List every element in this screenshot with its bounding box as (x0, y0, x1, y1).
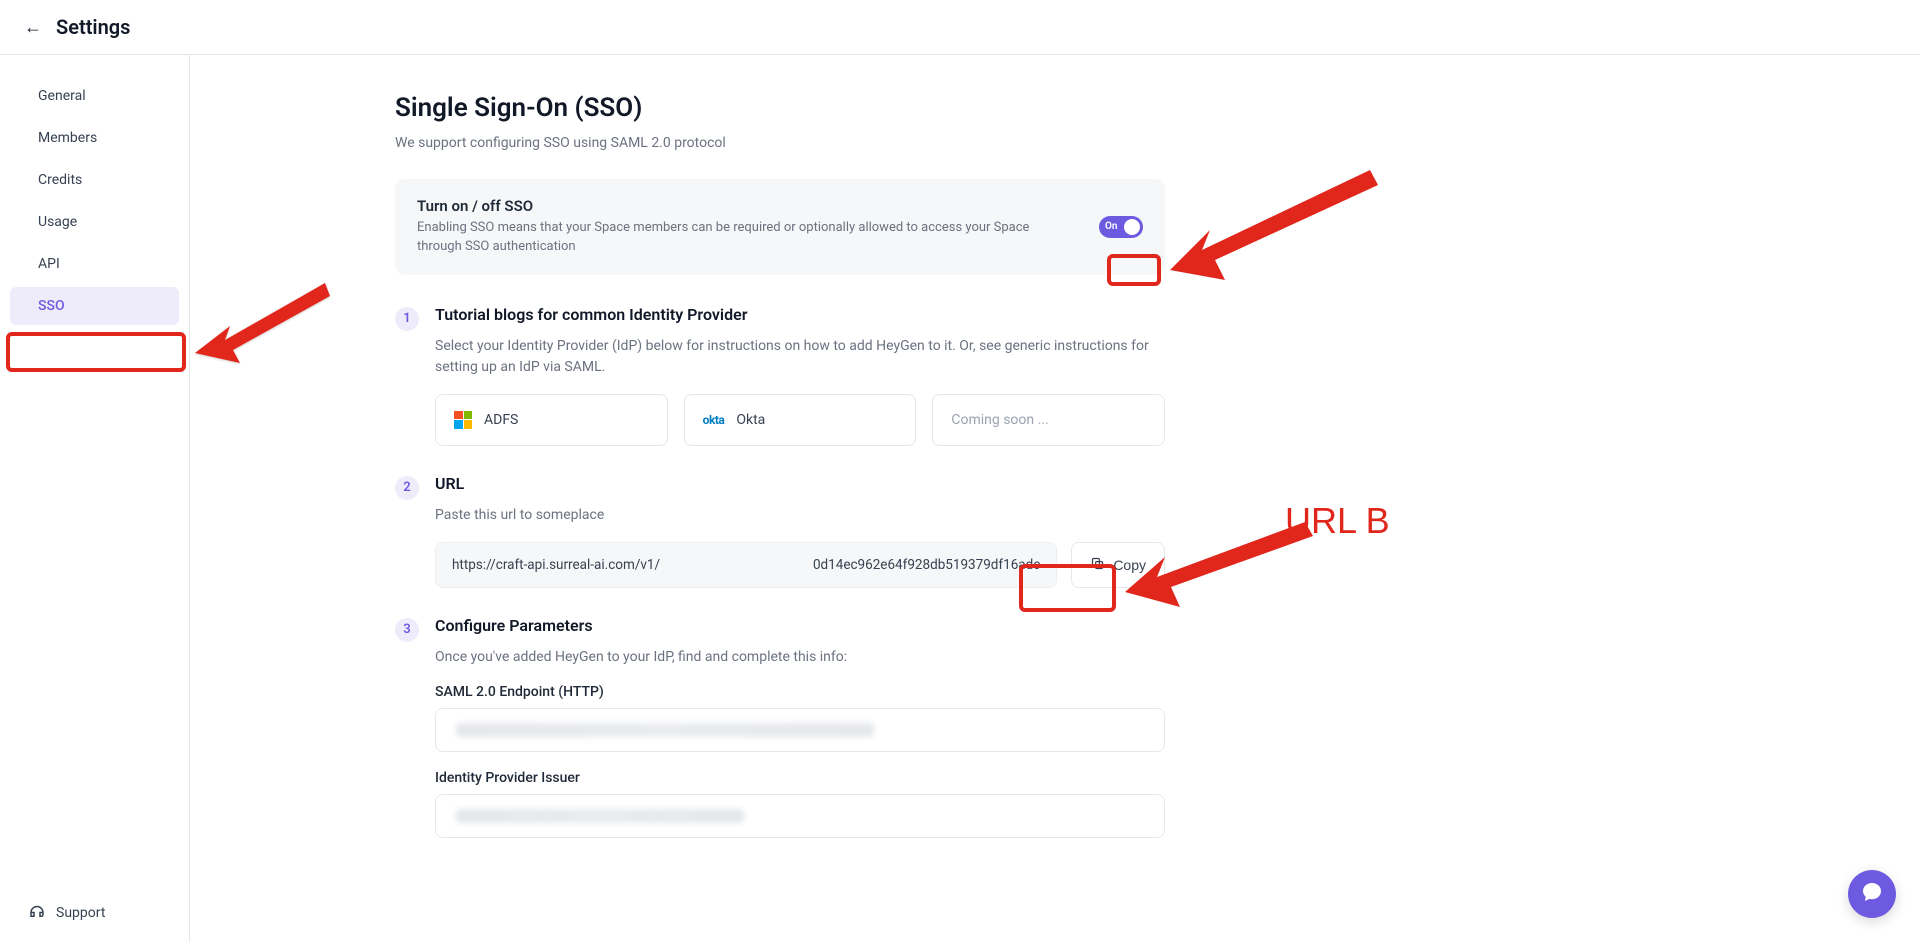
step-2-number: 2 (395, 476, 419, 500)
sidebar: General Members Credits Usage API SSO Su… (0, 55, 190, 942)
redacted-content-icon (456, 809, 744, 823)
idp-issuer-label: Identity Provider Issuer (435, 770, 1165, 786)
sidebar-item-credits[interactable]: Credits (10, 161, 179, 199)
step-2-desc: Paste this url to someplace (435, 505, 1165, 526)
toggle-knob (1124, 219, 1140, 235)
idp-soon-label: Coming soon ... (951, 412, 1048, 428)
support-label: Support (56, 905, 105, 921)
chat-widget[interactable] (1848, 870, 1896, 918)
idp-adfs[interactable]: ADFS (435, 394, 668, 446)
sso-url-field[interactable]: https://craft-api.surreal-ai.com/v1/ 0d1… (435, 542, 1057, 588)
url-redacted-icon (676, 551, 796, 579)
copy-button[interactable]: Copy (1071, 542, 1165, 588)
step-1-title: Tutorial blogs for common Identity Provi… (435, 305, 1165, 324)
okta-icon: okta (703, 413, 725, 427)
headset-icon (28, 902, 46, 924)
support-link[interactable]: Support (0, 884, 189, 942)
step-2: 2 URL Paste this url to someplace https:… (395, 474, 1165, 588)
idp-issuer-input[interactable] (435, 794, 1165, 838)
step-1-number: 1 (395, 307, 419, 331)
copy-icon (1090, 556, 1105, 574)
top-bar: ← Settings (0, 0, 1920, 55)
sso-toggle-card: Turn on / off SSO Enabling SSO means tha… (395, 179, 1165, 275)
sidebar-item-members[interactable]: Members (10, 119, 179, 157)
idp-okta[interactable]: okta Okta (684, 394, 917, 446)
redacted-content-icon (456, 723, 874, 737)
step-1-desc: Select your Identity Provider (IdP) belo… (435, 336, 1165, 378)
toggle-title: Turn on / off SSO (417, 197, 1057, 215)
main-content: Single Sign-On (SSO) We support configur… (190, 55, 1920, 942)
toggle-desc: Enabling SSO means that your Space membe… (417, 219, 1057, 257)
page-subtitle: We support configuring SSO using SAML 2.… (395, 135, 1165, 151)
sso-toggle[interactable]: On (1099, 216, 1143, 238)
url-left: https://craft-api.surreal-ai.com/v1/ (452, 557, 660, 573)
settings-title: Settings (56, 15, 130, 39)
copy-label: Copy (1113, 557, 1146, 573)
url-right: 0d14ec962e64f928db519379df16adc (813, 557, 1040, 573)
step-1: 1 Tutorial blogs for common Identity Pro… (395, 305, 1165, 446)
saml-endpoint-input[interactable] (435, 708, 1165, 752)
step-3-title: Configure Parameters (435, 616, 1165, 635)
microsoft-icon (454, 411, 472, 429)
step-3-number: 3 (395, 618, 419, 642)
sidebar-item-general[interactable]: General (10, 77, 179, 115)
back-arrow-icon[interactable]: ← (24, 17, 42, 38)
sidebar-item-usage[interactable]: Usage (10, 203, 179, 241)
step-3: 3 Configure Parameters Once you've added… (395, 616, 1165, 856)
saml-endpoint-label: SAML 2.0 Endpoint (HTTP) (435, 684, 1165, 700)
idp-okta-label: Okta (736, 412, 765, 428)
sidebar-item-api[interactable]: API (10, 245, 179, 283)
page-title: Single Sign-On (SSO) (395, 93, 1165, 123)
chat-icon (1860, 880, 1884, 908)
step-3-desc: Once you've added HeyGen to your IdP, fi… (435, 647, 1165, 668)
step-2-title: URL (435, 474, 1165, 493)
idp-adfs-label: ADFS (484, 412, 518, 428)
idp-coming-soon: Coming soon ... (932, 394, 1165, 446)
sidebar-item-sso[interactable]: SSO (10, 287, 179, 325)
toggle-state-label: On (1105, 221, 1117, 232)
